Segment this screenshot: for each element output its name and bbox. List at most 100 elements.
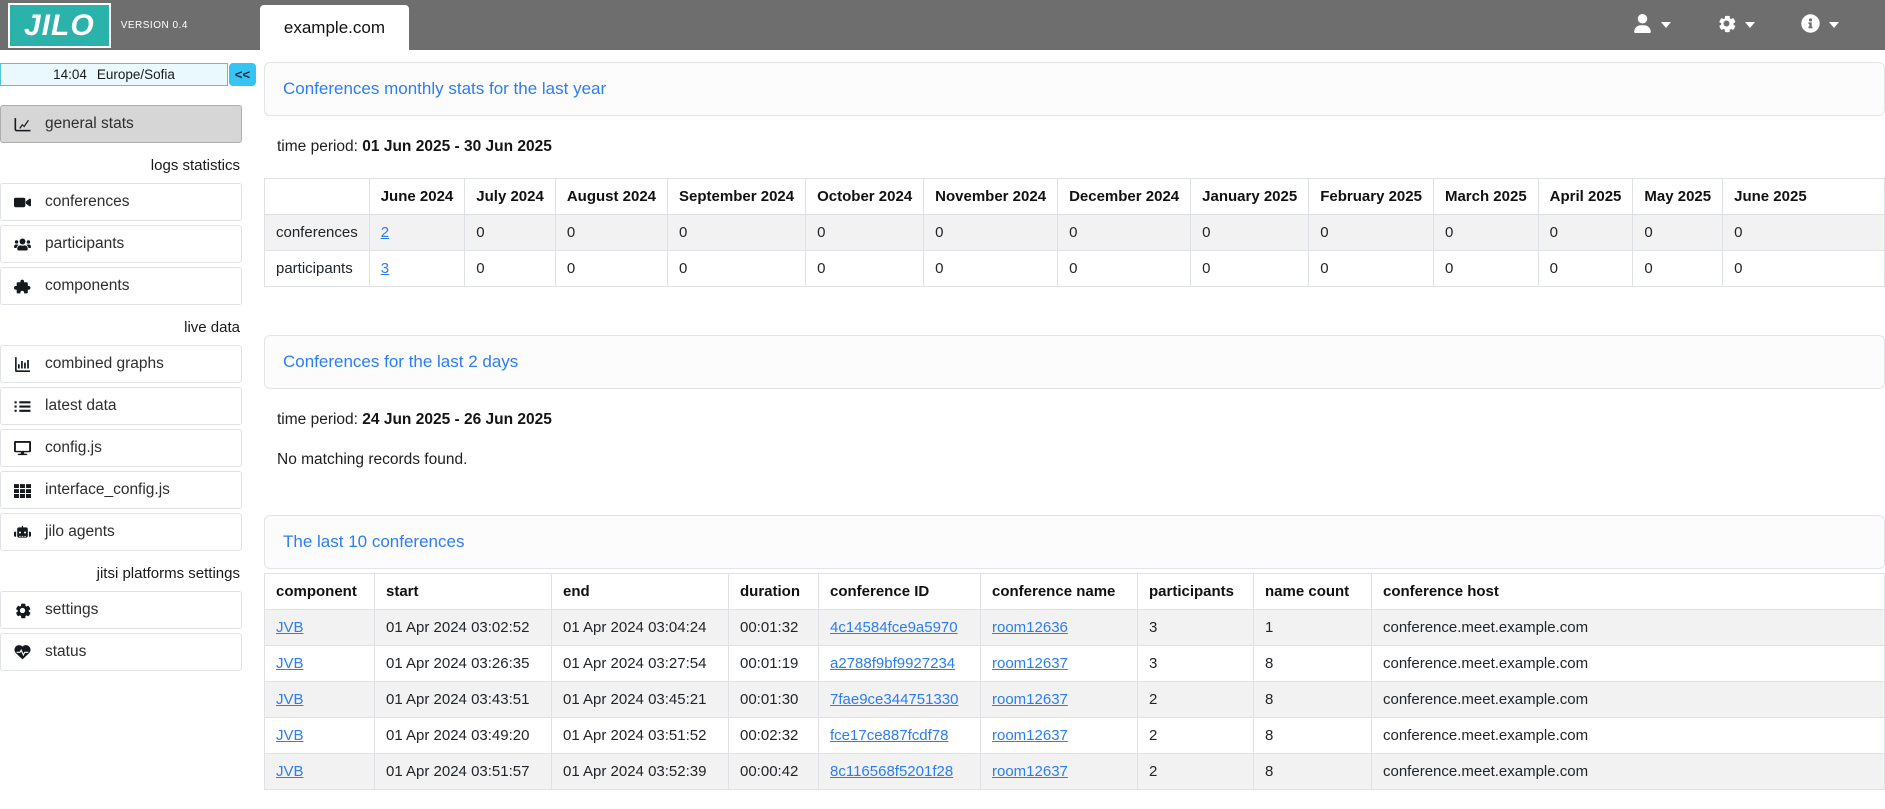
month-header: April 2025	[1538, 179, 1633, 215]
sidebar-item-latest-data[interactable]: latest data	[0, 387, 242, 425]
puzzle-piece-icon	[12, 278, 32, 295]
component-link[interactable]: JVB	[276, 655, 304, 672]
month-value-cell: 0	[1309, 251, 1434, 287]
conference-name-link[interactable]: room12637	[992, 727, 1068, 744]
cell-participants: 2	[1138, 718, 1254, 754]
time-period-value: 01 Jun 2025 - 30 Jun 2025	[362, 138, 552, 155]
video-icon	[12, 194, 32, 211]
user-menu[interactable]	[1633, 14, 1671, 37]
component-link[interactable]: JVB	[276, 727, 304, 744]
main-content: Conferences monthly stats for the last y…	[256, 50, 1885, 790]
version-label: VERSION 0.4	[121, 20, 188, 31]
cell-name-count: 8	[1254, 718, 1372, 754]
cell-name-count: 1	[1254, 610, 1372, 646]
sidebar-item-combined-graphs[interactable]: combined graphs	[0, 345, 242, 383]
sidebar-item-conferences[interactable]: conferences	[0, 183, 242, 221]
component-link[interactable]: JVB	[276, 763, 304, 780]
sidebar-item-label: general stats	[45, 115, 134, 133]
month-value-cell: 3	[369, 251, 465, 287]
conferences-count-link[interactable]: 2	[381, 224, 389, 241]
conference-id-link[interactable]: 7fae9ce344751330	[830, 691, 958, 708]
cell-conference-id: 4c14584fce9a5970	[819, 610, 981, 646]
info-menu[interactable]	[1801, 14, 1839, 37]
col-header-participants: participants	[1138, 574, 1254, 610]
cell-name-count: 8	[1254, 754, 1372, 790]
cell-end: 01 Apr 2024 03:52:39	[552, 754, 729, 790]
sidebar-item-interface-config-js[interactable]: interface_config.js	[0, 471, 242, 509]
conference-name-link[interactable]: room12637	[992, 691, 1068, 708]
table-row: JVB 01 Apr 2024 03:43:51 01 Apr 2024 03:…	[265, 682, 1885, 718]
conference-name-link[interactable]: room12637	[992, 763, 1068, 780]
cell-start: 01 Apr 2024 03:49:20	[375, 718, 552, 754]
component-link[interactable]: JVB	[276, 691, 304, 708]
list-icon	[12, 398, 32, 415]
month-value-cell: 0	[1191, 215, 1309, 251]
sidebar-collapse-button[interactable]: <<	[229, 63, 256, 86]
conference-id-link[interactable]: 4c14584fce9a5970	[830, 619, 958, 636]
month-header: March 2025	[1433, 179, 1538, 215]
monthly-time-period: time period: 01 Jun 2025 - 30 Jun 2025	[277, 138, 1885, 156]
month-value-cell: 0	[1723, 251, 1885, 287]
sidebar-item-participants[interactable]: participants	[0, 225, 242, 263]
sidebar-item-label: jilo agents	[45, 523, 115, 541]
chart-line-icon	[12, 116, 32, 133]
cell-conference-name: room12637	[981, 646, 1138, 682]
sidebar-item-components[interactable]: components	[0, 267, 242, 305]
conference-id-link[interactable]: fce17ce887fcdf78	[830, 727, 948, 744]
sidebar-item-jilo-agents[interactable]: jilo agents	[0, 513, 242, 551]
cell-participants: 2	[1138, 682, 1254, 718]
month-value-cell: 2	[369, 215, 465, 251]
month-value-cell: 0	[1433, 215, 1538, 251]
month-value-cell: 0	[924, 251, 1058, 287]
settings-menu[interactable]	[1717, 14, 1755, 37]
conference-name-link[interactable]: room12636	[992, 619, 1068, 636]
cell-duration: 00:00:42	[729, 754, 819, 790]
cell-conference-host: conference.meet.example.com	[1372, 718, 1885, 754]
panel-heading-last-10-conferences: The last 10 conferences	[264, 515, 1885, 569]
month-value-cell: 0	[555, 251, 667, 287]
cell-component: JVB	[265, 610, 375, 646]
col-header-conference-id: conference ID	[819, 574, 981, 610]
month-value-cell: 0	[1538, 215, 1633, 251]
participants-count-link[interactable]: 3	[381, 260, 389, 277]
month-value-cell: 0	[555, 215, 667, 251]
chevron-down-icon	[1829, 22, 1839, 28]
sidebar: 14:04 Europe/Sofia << general stats logs…	[0, 50, 256, 675]
sidebar-item-settings[interactable]: settings	[0, 591, 242, 629]
month-value-cell: 0	[465, 215, 556, 251]
chevron-down-icon	[1745, 22, 1755, 28]
month-value-cell: 0	[1633, 215, 1723, 251]
clock-time: 14:04	[53, 67, 87, 82]
month-header: October 2024	[806, 179, 924, 215]
cell-duration: 00:01:30	[729, 682, 819, 718]
conference-name-link[interactable]: room12637	[992, 655, 1068, 672]
cell-conference-host: conference.meet.example.com	[1372, 754, 1885, 790]
col-header-end: end	[552, 574, 729, 610]
time-period-value: 24 Jun 2025 - 26 Jun 2025	[362, 411, 552, 428]
component-link[interactable]: JVB	[276, 619, 304, 636]
month-value-cell: 0	[1433, 251, 1538, 287]
conference-id-link[interactable]: 8c116568f5201f28	[830, 763, 953, 780]
cell-conference-id: a2788f9bf9927234	[819, 646, 981, 682]
sidebar-section-logs-statistics: logs statistics	[0, 147, 256, 183]
sidebar-item-config-js[interactable]: config.js	[0, 429, 242, 467]
row-label: conferences	[265, 215, 370, 251]
conference-id-link[interactable]: a2788f9bf9927234	[830, 655, 955, 672]
cell-name-count: 8	[1254, 646, 1372, 682]
grid-icon	[12, 482, 32, 499]
table-row: JVB 01 Apr 2024 03:26:35 01 Apr 2024 03:…	[265, 646, 1885, 682]
cell-conference-name: room12637	[981, 754, 1138, 790]
sidebar-item-label: latest data	[45, 397, 117, 415]
sidebar-item-status[interactable]: status	[0, 633, 242, 671]
month-value-cell: 0	[1538, 251, 1633, 287]
sidebar-item-general-stats[interactable]: general stats	[0, 105, 242, 143]
month-header-empty	[265, 179, 370, 215]
month-value-cell: 0	[1633, 251, 1723, 287]
user-icon	[1633, 14, 1652, 37]
cell-conference-name: room12637	[981, 718, 1138, 754]
platform-tab[interactable]: example.com	[260, 5, 409, 50]
table-header-row: component start end duration conference …	[265, 574, 1885, 610]
sidebar-item-label: components	[45, 277, 129, 295]
cell-component: JVB	[265, 754, 375, 790]
cell-name-count: 8	[1254, 682, 1372, 718]
